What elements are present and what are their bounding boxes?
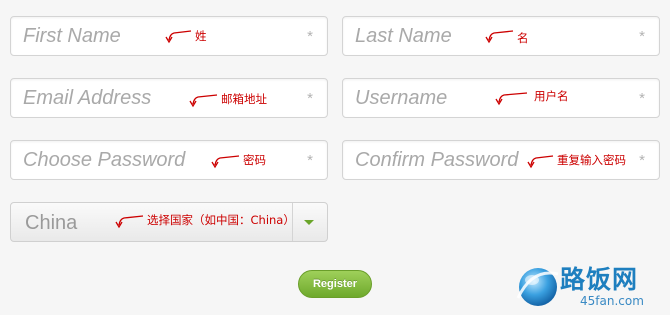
annotation-arrow-icon: [495, 92, 528, 106]
annotation-country: 选择国家（如中国：China）: [147, 213, 295, 227]
first-name-placeholder: First Name: [23, 25, 121, 47]
register-button[interactable]: Register: [298, 270, 372, 298]
watermark-logo: 路饭网 45fan.com: [512, 258, 668, 314]
password-placeholder: Choose Password: [23, 149, 186, 171]
password-field[interactable]: Choose Password *: [10, 140, 328, 180]
last-name-placeholder: Last Name: [355, 25, 452, 47]
annotation-email: 邮箱地址: [221, 92, 267, 106]
globe-logo-icon: [516, 268, 559, 306]
required-asterisk: *: [639, 90, 645, 107]
watermark-title: 路饭网: [560, 265, 639, 294]
email-field[interactable]: Email Address *: [10, 78, 328, 118]
username-placeholder: Username: [355, 87, 448, 109]
annotation-confirm-password: 重复输入密码: [557, 153, 626, 167]
annotation-password: 密码: [243, 153, 266, 167]
country-selected-value: China: [25, 212, 78, 234]
annotation-last-name: 名: [517, 31, 529, 45]
annotation-arrow-icon: [115, 215, 144, 229]
required-asterisk: *: [307, 28, 313, 45]
email-placeholder: Email Address: [23, 87, 152, 109]
annotation-arrow-icon: [165, 30, 192, 44]
required-asterisk: *: [639, 28, 645, 45]
required-asterisk: *: [639, 152, 645, 169]
required-asterisk: *: [307, 152, 313, 169]
annotation-first-name: 姓: [195, 29, 207, 43]
required-asterisk: *: [307, 90, 313, 107]
annotation-arrow-icon: [485, 30, 514, 44]
annotation-arrow-icon: [211, 155, 240, 169]
annotation-username: 用户名: [534, 89, 569, 103]
annotation-arrow-icon: [527, 155, 554, 169]
chevron-down-icon[interactable]: [304, 220, 314, 225]
watermark-subtitle: 45fan.com: [580, 294, 644, 308]
annotation-arrow-icon: [189, 94, 218, 108]
confirm-password-placeholder: Confirm Password: [355, 149, 519, 171]
